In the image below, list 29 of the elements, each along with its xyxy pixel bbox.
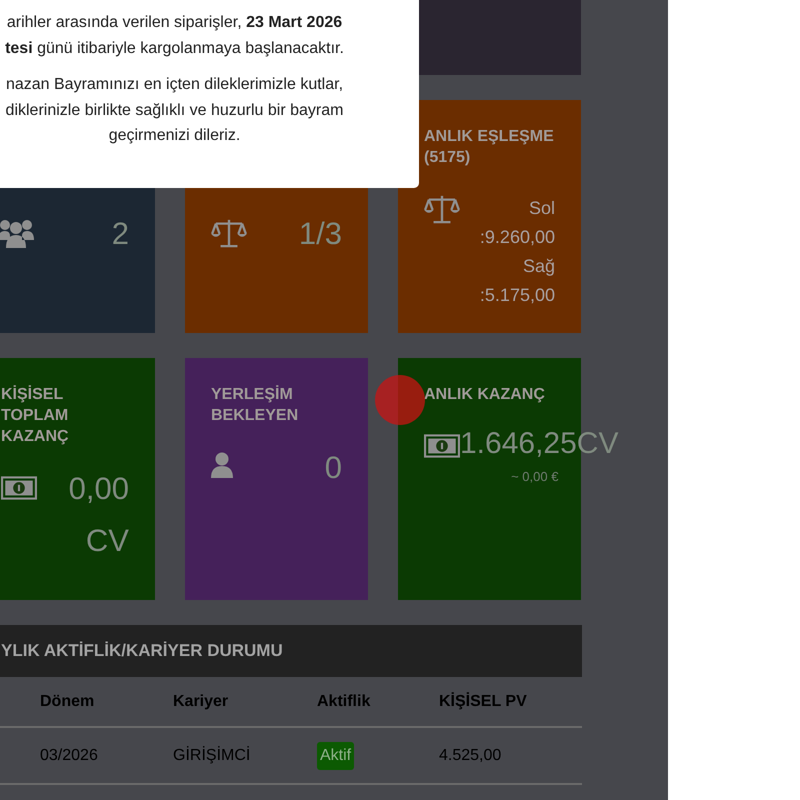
announcement-text: diklerinizle birlikte sağlıklı ve huzurlu bir bayram [4, 100, 344, 120]
card-title: ANLIK KAZANÇ [424, 385, 546, 405]
users-icon [0, 218, 34, 248]
table-cell-text: 03/2026 [40, 746, 99, 764]
stat-value: 0 [324, 449, 342, 487]
stat-note: ~ 0,00 € [510, 469, 558, 484]
stat-value: 0,00 CV [68, 470, 129, 560]
status-badge: Aktif [317, 742, 354, 770]
card-title: YERLEŞİM BEKLEYEN [211, 384, 300, 426]
column-header: Dönem [40, 692, 96, 710]
column-header: Kariyer [173, 692, 230, 710]
card-title: ANLIK EŞLEŞME (5175) [424, 127, 555, 168]
stat-value: Sağ :5.175,00 [478, 255, 555, 307]
column-header: KİŞİSEL PV [439, 692, 528, 710]
stat-value: 2 [110, 215, 129, 253]
scale-icon [424, 194, 460, 224]
announcement-text: arihler arasında verilen siparişler, 23 Mart 2026 [6, 13, 344, 33]
stat-value: 1/3 [298, 215, 342, 253]
announcement-text: geçirmenizi dileriz. [108, 126, 242, 146]
table-cell-text: 4.525,00 [439, 746, 502, 764]
column-header: Aktiflik [317, 692, 372, 710]
stat-value: Sol :9.260,00 [478, 197, 555, 249]
scale-icon [211, 218, 247, 248]
table-cell-text: GİRİŞİMCİ [173, 746, 252, 764]
announcement-text: nazan Bayramınızı en içten dileklerimizle kutlar, [4, 75, 344, 95]
card-title: KİŞİSEL TOPLAM KAZANÇ [1, 384, 70, 447]
table-title: YLIK AKTİFLİK/KARİYER DURUMU [0, 625, 582, 677]
user-icon [211, 452, 233, 478]
announcement-text: tesi günü itibariyle kargolanmaya başlanacaktır. [4, 38, 345, 58]
